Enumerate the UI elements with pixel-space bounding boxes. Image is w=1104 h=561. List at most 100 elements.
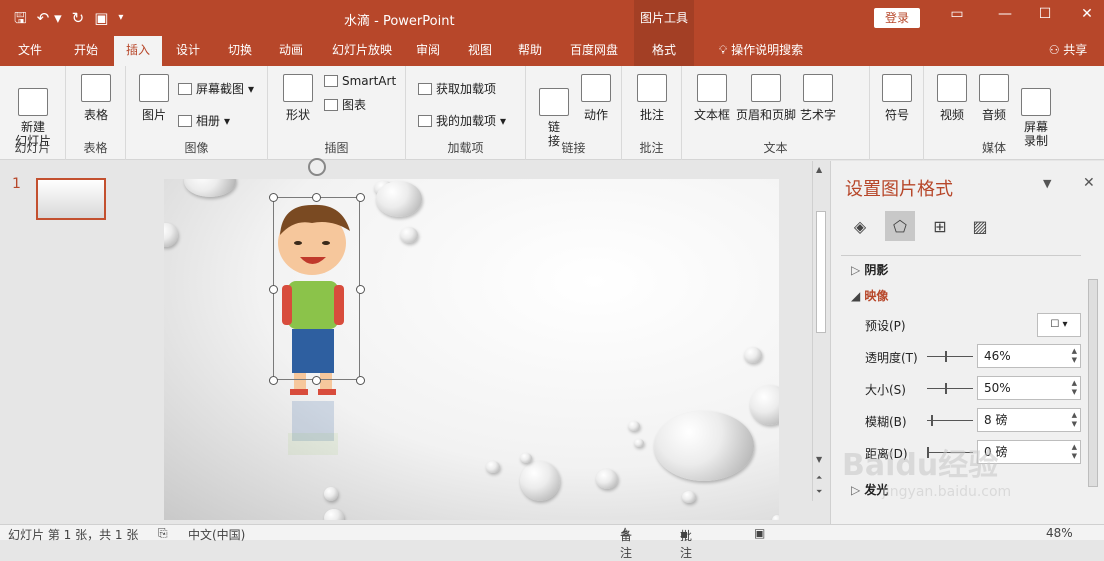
spin-arrows-icon[interactable]: ▲ ▼ <box>1072 411 1077 429</box>
my-addins-button[interactable]: 我的加载项 ▾ <box>418 112 506 129</box>
customize-qat-icon[interactable]: ▾ <box>118 8 123 28</box>
pane-options-icon[interactable]: ▼ <box>1043 177 1051 190</box>
size-input[interactable]: 50% ▲ ▼ <box>977 376 1081 400</box>
spellcheck-icon[interactable]: ⎘ <box>158 526 168 541</box>
group-comments-label: 批注 <box>639 141 664 155</box>
section-shadow[interactable]: ▷ 阴影 <box>851 261 888 278</box>
tab-baidu-netdisk[interactable]: 百度网盘 <box>562 36 626 66</box>
tab-design[interactable]: 设计 <box>166 36 210 66</box>
scroll-up-icon[interactable]: ▲ <box>816 165 822 174</box>
table-icon <box>81 74 111 102</box>
watermark-url: jingyan.baidu.com <box>882 484 1012 500</box>
blur-input[interactable]: 8 磅 ▲ ▼ <box>977 408 1081 432</box>
screenshot-button[interactable]: 屏幕截图 ▾ <box>178 80 254 97</box>
comment-button[interactable]: 批注 <box>634 74 670 123</box>
action-button[interactable]: 动作 <box>578 74 614 123</box>
tab-slideshow[interactable]: 幻灯片放映 <box>322 36 402 66</box>
resize-handle[interactable] <box>312 193 321 202</box>
effects-tab-icon[interactable]: ⬠ <box>885 211 915 241</box>
present-icon[interactable]: ▣ <box>94 8 108 28</box>
tab-home[interactable]: 开始 <box>60 36 112 66</box>
save-icon[interactable]: 🖫 <box>14 8 27 28</box>
watermark-brand: Baidu经验 <box>842 448 999 483</box>
spin-arrows-icon[interactable]: ▲ ▼ <box>1072 347 1077 365</box>
chart-button[interactable]: 图表 <box>324 96 366 113</box>
tell-me-search[interactable]: 💡︎ 操作说明搜索 <box>706 36 816 66</box>
wordart-button[interactable]: 艺术字 <box>798 74 838 123</box>
textbox-button[interactable]: 文本框 <box>690 74 734 123</box>
next-slide-icon[interactable]: ⏷ <box>816 487 822 497</box>
slider-knob[interactable] <box>945 383 947 394</box>
resize-handle[interactable] <box>312 376 321 385</box>
resize-handle[interactable] <box>356 376 365 385</box>
size-position-tab-icon[interactable]: ⊞ <box>925 211 955 241</box>
pane-scroll-thumb[interactable] <box>1088 279 1098 487</box>
blur-slider[interactable] <box>927 415 973 426</box>
preset-dropdown[interactable]: ☐ ▾ <box>1037 313 1081 337</box>
resize-handle[interactable] <box>269 376 278 385</box>
tab-review[interactable]: 审阅 <box>408 36 448 66</box>
tab-help[interactable]: 帮助 <box>508 36 552 66</box>
tab-format[interactable]: 格式 <box>634 36 694 66</box>
prev-slide-icon[interactable]: ⏶ <box>816 473 822 483</box>
link-button[interactable]: 链 接 <box>536 74 572 148</box>
transparency-slider[interactable] <box>927 351 973 362</box>
size-slider[interactable] <box>927 383 973 394</box>
tab-insert[interactable]: 插入 <box>114 36 162 66</box>
maximize-icon[interactable]: ☐ <box>1022 6 1068 22</box>
tab-transitions[interactable]: 切换 <box>218 36 262 66</box>
slider-knob[interactable] <box>931 415 933 426</box>
spin-arrows-icon[interactable]: ▲ ▼ <box>1072 379 1077 397</box>
table-button[interactable]: 表格 <box>78 74 114 123</box>
tab-file[interactable]: 文件 <box>8 36 52 66</box>
smartart-button[interactable]: SmartArt <box>324 74 396 88</box>
redo-icon[interactable]: ↻ <box>72 8 85 28</box>
slide-canvas[interactable] <box>164 179 779 520</box>
section-reflection[interactable]: ◢ 映像 <box>851 287 888 304</box>
rotate-handle-icon[interactable] <box>308 158 326 176</box>
water-drop <box>376 181 422 217</box>
person-icon: ⚇ <box>1048 43 1060 57</box>
get-addins-button[interactable]: 获取加载项 <box>418 80 496 97</box>
water-drop <box>486 461 500 473</box>
textbox-label: 文本框 <box>693 108 730 122</box>
login-button[interactable]: 登录 <box>874 8 920 28</box>
group-media: 视频 音频 屏幕 录制 媒体 <box>924 66 1064 160</box>
language-status[interactable]: 中文(中国) <box>188 526 245 543</box>
video-button[interactable]: 视频 <box>932 74 972 123</box>
resize-handle[interactable] <box>356 193 365 202</box>
screen-record-button[interactable]: 屏幕 录制 <box>1016 74 1056 148</box>
water-drop <box>520 453 532 463</box>
symbol-button[interactable]: 符号 <box>880 74 914 123</box>
header-footer-button[interactable]: 页眉和页脚 <box>734 74 798 123</box>
resize-handle[interactable] <box>356 285 365 294</box>
picture-tab-icon[interactable]: ▨ <box>965 211 995 241</box>
audio-button[interactable]: 音频 <box>974 74 1014 123</box>
shapes-button[interactable]: 形状 <box>280 74 316 123</box>
album-button[interactable]: 相册 ▾ <box>178 112 230 129</box>
undo-icon[interactable]: ↶ ▾ <box>37 8 62 28</box>
zoom-level[interactable]: 48% <box>1046 526 1073 540</box>
scroll-thumb[interactable] <box>816 211 826 333</box>
video-label: 视频 <box>939 108 964 122</box>
ribbon-display-icon[interactable]: ▭ <box>934 6 980 22</box>
pane-close-icon[interactable]: ✕ <box>1083 175 1095 191</box>
normal-view-icon[interactable]: ▣ <box>754 526 765 540</box>
picture-button[interactable]: 图片 <box>136 74 172 123</box>
share-button[interactable]: ⚇ 共享 <box>1040 36 1096 66</box>
resize-handle[interactable] <box>269 285 278 294</box>
transparency-input[interactable]: 46% ▲ ▼ <box>977 344 1081 368</box>
new-slide-button[interactable]: 新建 幻灯片 <box>6 74 60 148</box>
fill-line-tab-icon[interactable]: ◈ <box>845 211 875 241</box>
water-drop <box>520 461 560 501</box>
tab-view[interactable]: 视图 <box>460 36 500 66</box>
tab-animations[interactable]: 动画 <box>268 36 314 66</box>
slider-knob[interactable] <box>945 351 947 362</box>
close-icon[interactable]: ✕ <box>1064 6 1104 22</box>
slide-scrollbar[interactable]: ▲ ▼ ⏶ ⏷ <box>812 161 828 501</box>
slide-thumbnail[interactable] <box>36 178 106 220</box>
scroll-down-icon[interactable]: ▼ <box>816 455 822 464</box>
resize-handle[interactable] <box>269 193 278 202</box>
pane-scrollbar[interactable] <box>1085 259 1101 507</box>
shapes-label: 形状 <box>285 108 310 122</box>
